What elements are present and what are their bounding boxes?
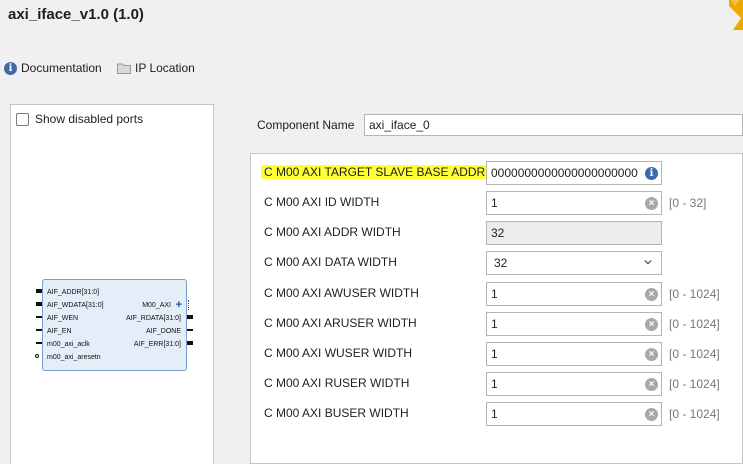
folder-icon — [117, 63, 131, 74]
chevron-down-icon — [644, 259, 652, 265]
xilinx-logo-icon — [729, 0, 743, 30]
documentation-button[interactable]: i Documentation — [4, 59, 102, 77]
param-input-wuser-width[interactable]: 1 × — [486, 342, 662, 366]
clear-icon[interactable]: × — [645, 378, 658, 391]
param-row-id-width: C M00 AXI ID WIDTH 1 × [0 - 32] — [0, 191, 743, 215]
show-disabled-ports-label: Show disabled ports — [35, 112, 144, 126]
component-name-label: Component Name — [257, 118, 355, 132]
clear-icon[interactable]: × — [645, 408, 658, 421]
info-icon[interactable]: i — [645, 167, 658, 180]
clear-icon[interactable]: × — [645, 348, 658, 361]
param-label: C M00 AXI ARUSER WIDTH — [264, 316, 417, 330]
param-label: C M00 AXI TARGET SLAVE BASE ADDR — [261, 165, 489, 179]
param-row-data-width: C M00 AXI DATA WIDTH 32 — [0, 251, 743, 275]
param-label: C M00 AXI RUSER WIDTH — [264, 376, 410, 390]
component-name-input[interactable]: axi_iface_0 — [364, 114, 743, 136]
param-value: 1 — [491, 317, 498, 331]
param-label: C M00 AXI AWUSER WIDTH — [264, 286, 419, 300]
param-input-aruser-width[interactable]: 1 × — [486, 312, 662, 336]
param-value: 1 — [491, 407, 498, 421]
param-label: C M00 AXI ID WIDTH — [264, 195, 380, 209]
param-row-awuser-width: C M00 AXI AWUSER WIDTH 1 × [0 - 1024] — [0, 282, 743, 306]
show-disabled-ports-toggle[interactable]: Show disabled ports — [16, 112, 143, 126]
param-row-buser-width: C M00 AXI BUSER WIDTH 1 × [0 - 1024] — [0, 402, 743, 426]
clear-icon[interactable]: × — [645, 288, 658, 301]
param-range: [0 - 1024] — [669, 287, 720, 301]
param-input-buser-width[interactable]: 1 × — [486, 402, 662, 426]
ip-location-label: IP Location — [135, 61, 195, 75]
show-disabled-ports-checkbox[interactable] — [16, 112, 29, 126]
param-value: 0000000000000000000000 — [491, 166, 638, 180]
param-label: C M00 AXI WUSER WIDTH — [264, 346, 413, 360]
param-label: C M00 AXI DATA WIDTH — [264, 255, 397, 269]
param-value: 1 — [491, 347, 498, 361]
param-input-addr-width: 32 — [486, 221, 662, 245]
param-label: C M00 AXI ADDR WIDTH — [264, 225, 401, 239]
param-row-wuser-width: C M00 AXI WUSER WIDTH 1 × [0 - 1024] — [0, 342, 743, 366]
clear-icon[interactable]: × — [645, 197, 658, 210]
documentation-label: Documentation — [21, 61, 102, 75]
window-title: axi_iface_v1.0 (1.0) — [8, 6, 144, 23]
param-value: 32 — [491, 226, 505, 240]
param-row-ruser-width: C M00 AXI RUSER WIDTH 1 × [0 - 1024] — [0, 372, 743, 396]
param-input-target-slave-base-addr[interactable]: 0000000000000000000000 i — [486, 161, 662, 185]
param-value: 1 — [491, 287, 498, 301]
param-input-id-width[interactable]: 1 × — [486, 191, 662, 215]
ip-location-button[interactable]: IP Location — [117, 59, 195, 77]
param-label: C M00 AXI BUSER WIDTH — [264, 406, 409, 420]
param-value: 1 — [491, 377, 498, 391]
param-range: [0 - 32] — [669, 196, 707, 210]
param-value: 1 — [491, 196, 498, 210]
param-range: [0 - 1024] — [669, 407, 720, 421]
param-select-data-width[interactable]: 32 — [486, 251, 662, 275]
param-range: [0 - 1024] — [669, 317, 720, 331]
param-input-awuser-width[interactable]: 1 × — [486, 282, 662, 306]
param-row-addr-width: C M00 AXI ADDR WIDTH 32 — [0, 221, 743, 245]
param-input-ruser-width[interactable]: 1 × — [486, 372, 662, 396]
param-row-aruser-width: C M00 AXI ARUSER WIDTH 1 × [0 - 1024] — [0, 312, 743, 336]
param-range: [0 - 1024] — [669, 377, 720, 391]
param-range: [0 - 1024] — [669, 347, 720, 361]
clear-icon[interactable]: × — [645, 318, 658, 331]
param-row-target-slave-base-addr: C M00 AXI TARGET SLAVE BASE ADDR 0000000… — [0, 161, 743, 185]
param-value: 32 — [494, 256, 508, 270]
info-icon: i — [4, 61, 17, 75]
